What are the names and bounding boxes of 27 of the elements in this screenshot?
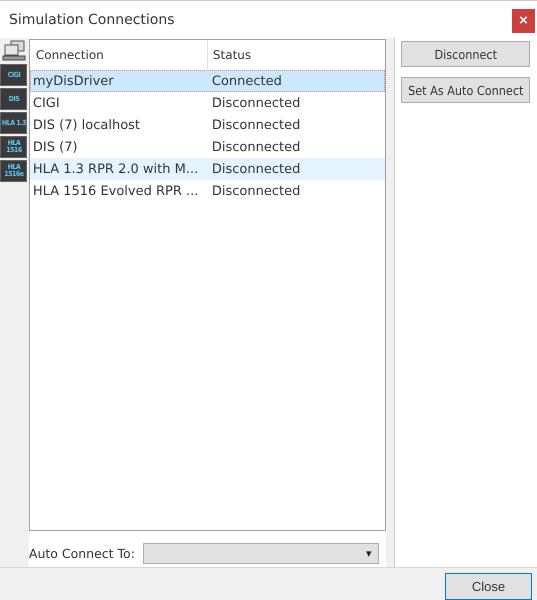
connection-status: Disconnected xyxy=(210,140,300,154)
connection-name: HLA 1516 Evolved RPR ... xyxy=(32,184,200,198)
connection-name: myDisDriver xyxy=(32,74,115,88)
connection-row[interactable]: DIS (7) Disconnected xyxy=(30,136,385,158)
auto-connect-label: Auto Connect To: xyxy=(28,546,135,560)
close-button[interactable]: × xyxy=(512,8,535,32)
action-button[interactable]: Disconnect xyxy=(401,41,530,67)
connection-name: DIS (7) xyxy=(32,140,79,154)
auto-connect-dropdown[interactable]: ▾ xyxy=(142,542,379,564)
network-icon[interactable] xyxy=(2,40,26,62)
connection-status: Disconnected xyxy=(210,118,300,132)
connection-row[interactable]: myDisDriver Connected xyxy=(30,70,385,92)
connection-row[interactable]: HLA 1.3 RPR 2.0 with M... Disconnected xyxy=(30,158,385,180)
column-header[interactable]: Status xyxy=(208,48,252,62)
window-title: Simulation Connections xyxy=(9,12,175,28)
connection-status: Disconnected xyxy=(210,96,300,110)
action-button[interactable]: Set As Auto Connect xyxy=(401,77,530,103)
connection-status: Disconnected xyxy=(210,162,300,176)
connection-status: Disconnected xyxy=(210,184,300,198)
connection-status: Connected xyxy=(210,74,282,88)
connection-name: HLA 1.3 RPR 2.0 with M... xyxy=(32,162,200,176)
connection-row[interactable]: CIGI Disconnected xyxy=(30,92,385,114)
close-dialog-button[interactable]: Close xyxy=(445,573,532,600)
connection-row[interactable]: HLA 1516 Evolved RPR ... Disconnected xyxy=(30,180,385,202)
connection-name: CIGI xyxy=(32,96,61,110)
connection-name: DIS (7) localhost xyxy=(32,118,142,132)
connection-row[interactable]: DIS (7) localhost Disconnected xyxy=(30,114,385,136)
